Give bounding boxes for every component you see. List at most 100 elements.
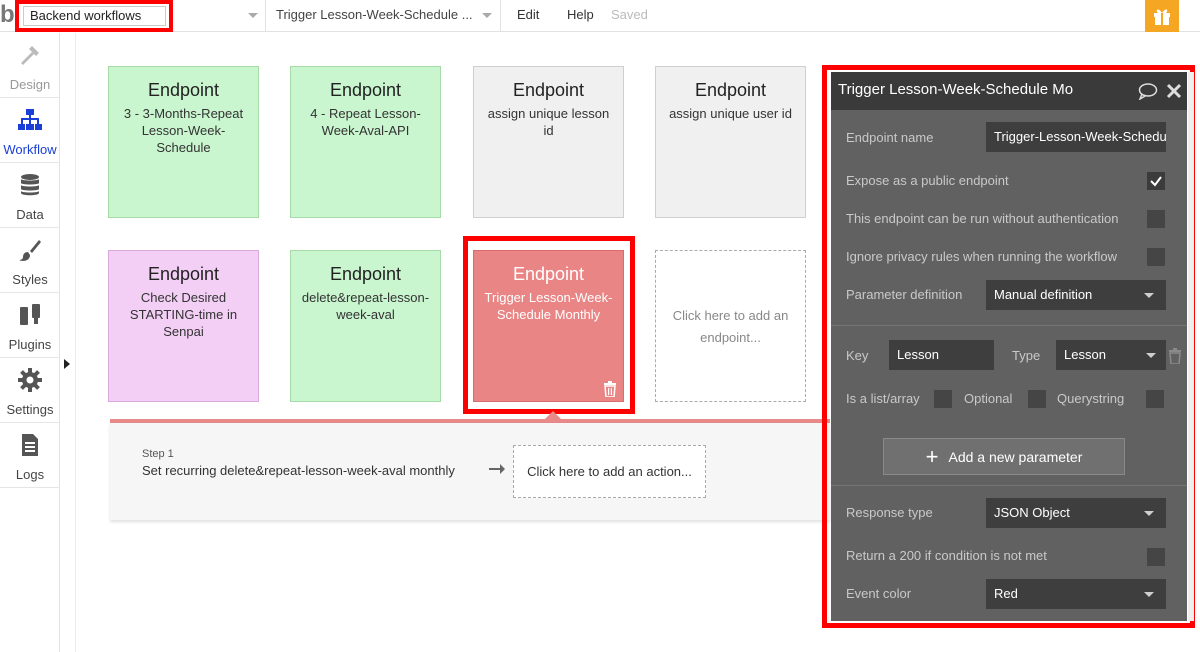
workflow-steps-panel: Step 1 Set recurring delete&repeat-lesso… bbox=[110, 423, 830, 520]
editor-scrollbar[interactable] bbox=[1188, 72, 1194, 621]
key-input[interactable]: Lesson bbox=[889, 340, 994, 370]
sidebar-expand-arrow-icon[interactable] bbox=[64, 359, 70, 369]
workflow-icon bbox=[18, 109, 42, 130]
endpoint-card-name: delete&repeat-lesson-week-aval bbox=[301, 290, 430, 322]
step-number: Step 1 bbox=[142, 448, 174, 460]
brush-icon bbox=[19, 240, 41, 261]
sidebar-item-logs[interactable]: Logs bbox=[0, 423, 60, 488]
page-select-value: Backend workflows bbox=[30, 8, 142, 23]
close-icon[interactable] bbox=[1164, 82, 1184, 100]
sidebar-item-label: Styles bbox=[12, 272, 48, 287]
checkmark-icon bbox=[1150, 176, 1162, 187]
endpoint-card[interactable]: Endpoint assign unique lesson id bbox=[473, 66, 624, 218]
sidebar-item-settings[interactable]: Settings bbox=[0, 358, 60, 423]
optional-label: Optional bbox=[964, 391, 1013, 406]
expose-public-label: Expose as a public endpoint bbox=[846, 173, 1009, 188]
key-label: Key bbox=[846, 348, 869, 363]
endpoint-name-label: Endpoint name bbox=[846, 130, 934, 145]
sidebar-item-design[interactable]: Design bbox=[0, 33, 60, 98]
add-endpoint-placeholder[interactable]: Click here to add an endpoint... bbox=[655, 250, 806, 402]
sidebar-item-data[interactable]: Data bbox=[0, 163, 60, 228]
endpoint-card-title: Endpoint bbox=[512, 80, 585, 100]
chevron-down-icon bbox=[1144, 592, 1154, 597]
param-definition-label: Parameter definition bbox=[846, 287, 963, 302]
querystring-checkbox[interactable] bbox=[1146, 390, 1164, 408]
property-editor-title: Trigger Lesson-Week-Schedule Mo bbox=[838, 81, 1074, 98]
section-divider bbox=[831, 325, 1187, 326]
trash-icon[interactable] bbox=[1169, 348, 1181, 364]
endpoint-card-name: assign unique lesson id bbox=[487, 106, 610, 138]
event-color-value: Red bbox=[994, 586, 1018, 601]
no-auth-checkbox[interactable] bbox=[1147, 210, 1165, 228]
endpoint-card-name: 4 - Repeat Lesson-Week-Aval-API bbox=[310, 106, 421, 138]
gear-icon bbox=[18, 368, 42, 392]
sidebar-item-workflow[interactable]: Workflow bbox=[0, 98, 60, 163]
endpoint-name-value: Trigger-Lesson-Week-Schedule-M bbox=[994, 129, 1166, 144]
endpoint-card-title: Endpoint bbox=[694, 80, 767, 100]
endpoint-card[interactable]: Endpoint assign unique user id bbox=[655, 66, 806, 218]
gift-icon bbox=[1154, 9, 1170, 25]
section-divider bbox=[831, 485, 1187, 486]
property-editor-header[interactable]: Trigger Lesson-Week-Schedule Mo bbox=[831, 72, 1187, 110]
app-window: b Backend workflows Trigger Lesson-Week-… bbox=[0, 0, 1200, 652]
sidebar-item-label: Data bbox=[16, 207, 44, 222]
endpoint-card[interactable]: Endpoint 4 - Repeat Lesson-Week-Aval-API bbox=[290, 66, 441, 218]
bubble-logo-icon[interactable]: b bbox=[0, 4, 16, 28]
event-color-dropdown[interactable]: Red bbox=[986, 579, 1166, 609]
add-parameter-label: Add a new parameter bbox=[948, 448, 1083, 465]
trash-icon[interactable] bbox=[603, 381, 617, 397]
ignore-privacy-checkbox[interactable] bbox=[1147, 248, 1165, 266]
chevron-down-icon bbox=[1146, 353, 1156, 358]
is-list-label: Is a list/array bbox=[846, 391, 920, 406]
endpoint-card-selected[interactable]: Endpoint Trigger Lesson-Week-Schedule Mo… bbox=[473, 250, 624, 402]
expose-public-checkbox[interactable] bbox=[1147, 172, 1165, 190]
sidebar-item-label: Plugins bbox=[8, 337, 52, 352]
gift-button[interactable] bbox=[1145, 0, 1179, 32]
querystring-label: Querystring bbox=[1057, 391, 1125, 406]
response-type-label: Response type bbox=[846, 505, 933, 520]
page-select-dropdown[interactable]: Backend workflows bbox=[23, 6, 166, 26]
param-definition-dropdown[interactable]: Manual definition bbox=[986, 280, 1166, 310]
endpoint-name-input[interactable]: Trigger-Lesson-Week-Schedule-M bbox=[986, 122, 1166, 152]
top-bar: b Backend workflows Trigger Lesson-Week-… bbox=[0, 0, 1200, 32]
step-1-action[interactable]: Set recurring delete&repeat-lesson-week-… bbox=[142, 463, 455, 478]
return-200-label: Return a 200 if condition is not met bbox=[846, 548, 1047, 563]
chevron-down-icon bbox=[1144, 293, 1154, 298]
optional-checkbox[interactable] bbox=[1028, 390, 1046, 408]
type-dropdown[interactable]: Lesson bbox=[1056, 340, 1166, 370]
database-icon bbox=[21, 174, 39, 196]
plug-icon bbox=[20, 304, 40, 325]
menu-edit[interactable]: Edit bbox=[517, 7, 539, 22]
endpoint-card-name: assign unique user id bbox=[669, 106, 792, 121]
sidebar-item-label: Workflow bbox=[3, 142, 57, 157]
top-divider bbox=[500, 0, 501, 32]
endpoint-card[interactable]: Endpoint 3 - 3-Months-Repeat Lesson-Week… bbox=[108, 66, 259, 218]
endpoint-card[interactable]: Endpoint delete&repeat-lesson-week-aval bbox=[290, 250, 441, 402]
workflow-select-dropdown[interactable]: Trigger Lesson-Week-Schedule ... bbox=[276, 7, 473, 22]
sidebar-item-plugins[interactable]: Plugins bbox=[0, 293, 60, 358]
sidebar-item-styles[interactable]: Styles bbox=[0, 228, 60, 293]
step-panel-pointer bbox=[545, 411, 561, 419]
param-definition-value: Manual definition bbox=[994, 287, 1093, 302]
response-type-dropdown[interactable]: JSON Object bbox=[986, 498, 1166, 528]
sidebar-item-label: Logs bbox=[15, 467, 45, 482]
workflow-dropdown-arrow-icon[interactable] bbox=[482, 13, 492, 18]
endpoint-card-title: Endpoint bbox=[147, 264, 220, 284]
endpoint-card-title: Endpoint bbox=[329, 264, 402, 284]
endpoint-card-title: Endpoint bbox=[512, 264, 585, 284]
return-200-checkbox[interactable] bbox=[1147, 548, 1165, 566]
endpoint-card-title: Endpoint bbox=[329, 80, 402, 100]
endpoint-card-name: Check Desired STARTING-time in Senpai bbox=[129, 290, 238, 339]
page-dropdown-arrow-icon[interactable] bbox=[248, 13, 258, 18]
plus-icon: + bbox=[925, 443, 939, 469]
sidebar-item-label: Settings bbox=[6, 402, 54, 417]
endpoint-card-name: 3 - 3-Months-Repeat Lesson-Week-Schedule bbox=[123, 106, 244, 155]
page-select-highlight: Backend workflows bbox=[15, 0, 173, 32]
endpoint-card[interactable]: Endpoint Check Desired STARTING-time in … bbox=[108, 250, 259, 402]
comment-icon[interactable] bbox=[1138, 82, 1158, 100]
menu-help[interactable]: Help bbox=[567, 7, 594, 22]
left-sidebar: Design Workflow Data Styles Plugins Sett… bbox=[0, 33, 60, 652]
is-list-checkbox[interactable] bbox=[934, 390, 952, 408]
add-parameter-button[interactable]: + Add a new parameter bbox=[883, 438, 1125, 475]
add-action-placeholder[interactable]: Click here to add an action... bbox=[513, 445, 706, 498]
